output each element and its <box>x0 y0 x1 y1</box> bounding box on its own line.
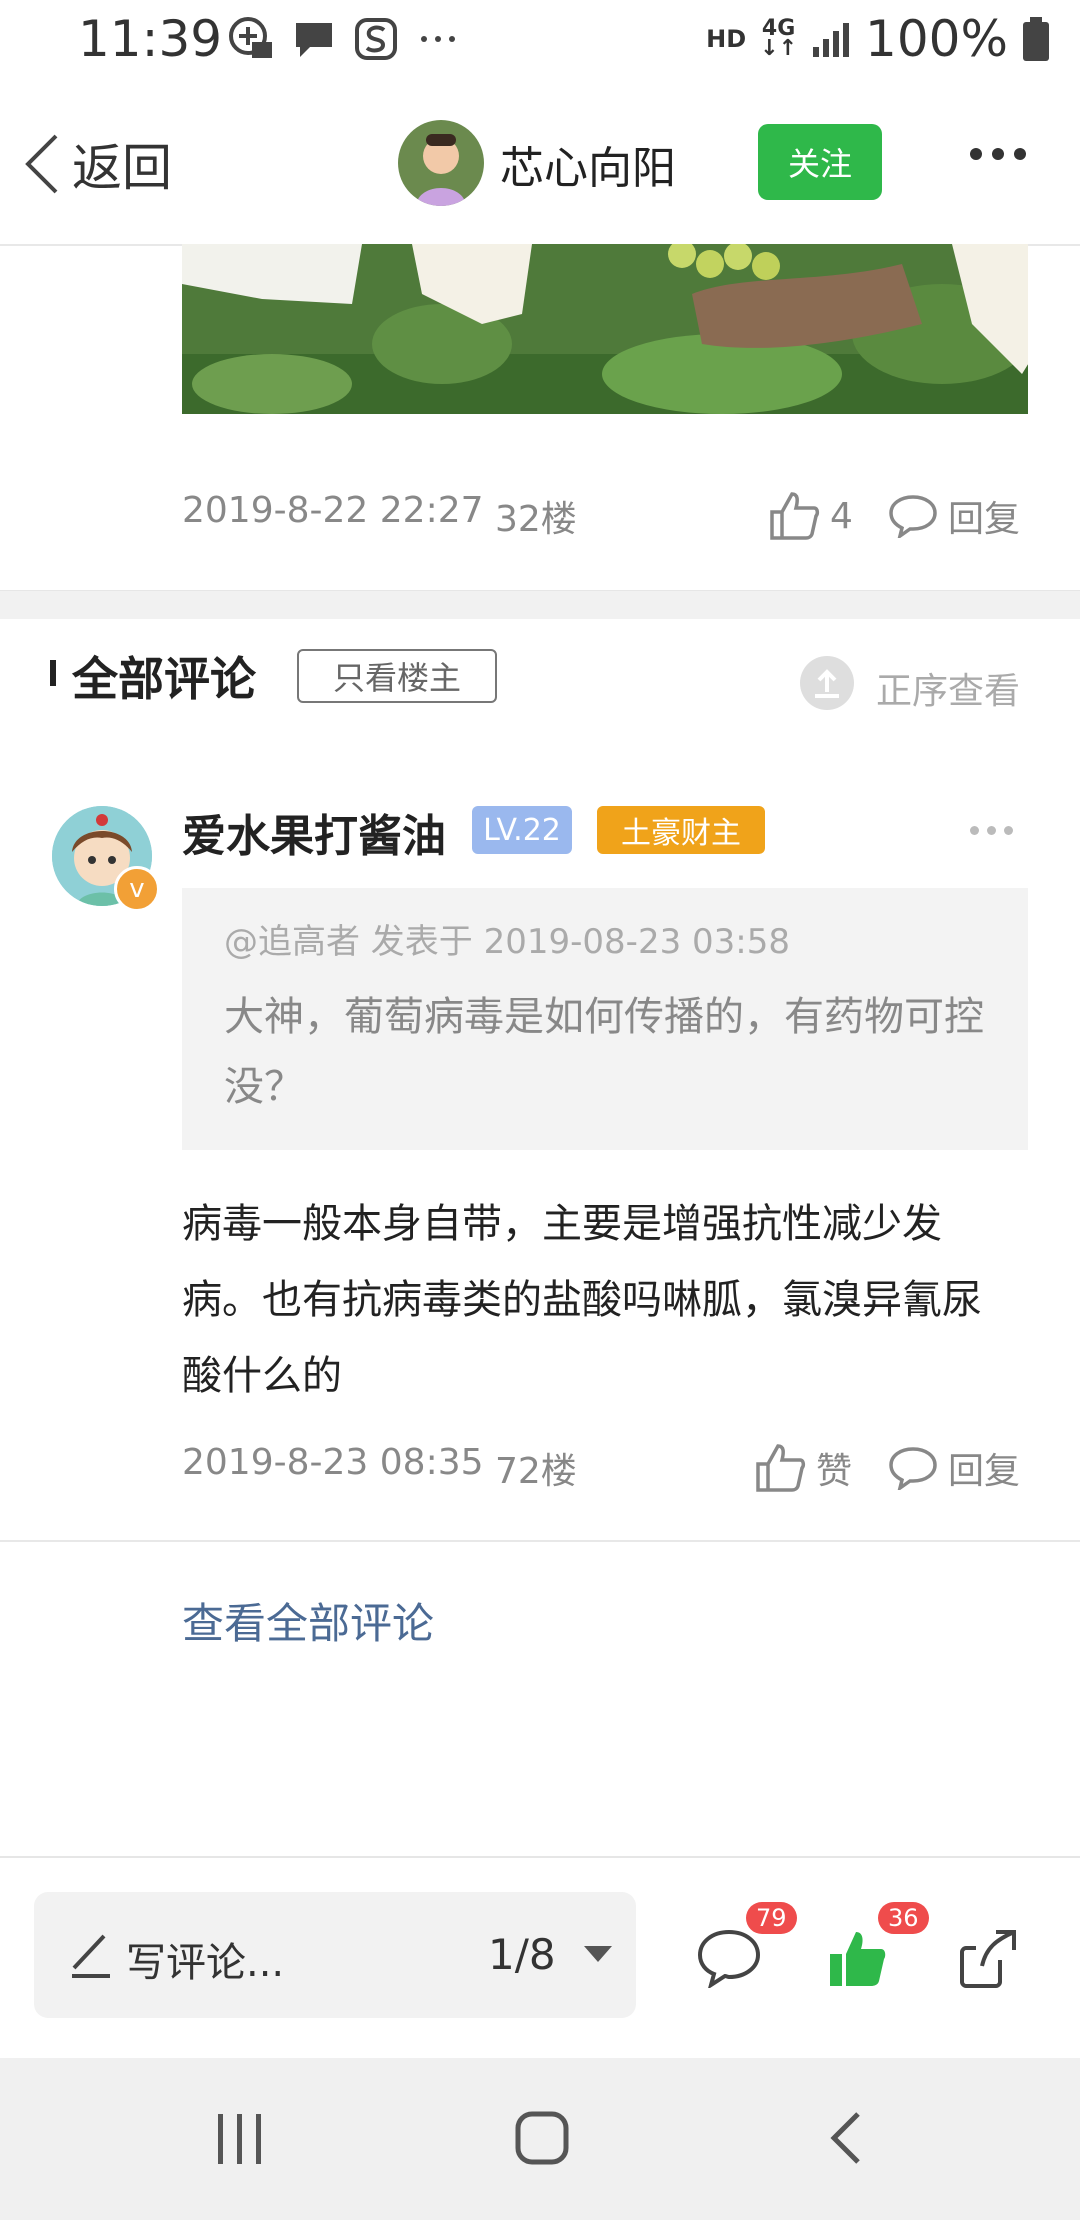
write-comment-placeholder: 写评论... <box>126 1940 285 1986</box>
page-indicator[interactable]: 1/8 <box>488 1930 556 1979</box>
back-arrow-icon <box>25 134 58 194</box>
bottom-bar-divider <box>0 1856 1080 1858</box>
quoted-comment-meta: @追高者 发表于 2019-08-23 03:58 <box>224 922 790 962</box>
sort-arrow-icon <box>815 669 839 698</box>
section-divider <box>0 590 1080 619</box>
comment-bubble-icon <box>697 1929 761 1990</box>
like-count-badge: 36 <box>878 1902 929 1934</box>
sort-order-icon[interactable] <box>800 656 854 710</box>
comment-more-icon[interactable] <box>970 826 1013 835</box>
commenter-name[interactable]: 爱水果打酱油 <box>182 800 446 864</box>
hd-indicator: HD <box>706 25 747 53</box>
thumbs-up-icon <box>756 1444 806 1492</box>
network-4g-indicator: 4G ↓↑ <box>760 16 798 61</box>
follow-button[interactable]: 关注 <box>758 124 882 200</box>
comment-divider <box>0 1540 1080 1542</box>
system-back-button[interactable] <box>826 2110 866 2170</box>
system-nav-bar <box>0 2058 1080 2220</box>
top-nav-bar: 返回 芯心向阳 关注 <box>0 86 1080 246</box>
comments-button[interactable] <box>696 1928 762 1992</box>
signal-icon <box>813 23 850 57</box>
post-meta-row: 2019-8-22 22:27 32楼 4 回复 <box>182 490 1028 550</box>
message-icon <box>296 23 332 57</box>
thumbs-up-filled-icon <box>830 1932 886 1986</box>
like-post-button[interactable] <box>826 1928 888 1994</box>
comment-count-badge: 79 <box>746 1902 797 1934</box>
recent-apps-icon <box>218 2114 261 2164</box>
post-reply-label: 回复 <box>948 499 1021 540</box>
post-like-button[interactable]: 4 <box>768 490 853 542</box>
back-button[interactable]: 返回 <box>22 128 172 200</box>
section-title-marker <box>50 660 56 686</box>
comment-reply-label: 回复 <box>948 1451 1021 1492</box>
commenter-level-badge: LV.22 <box>472 806 572 854</box>
post-image[interactable] <box>182 244 1028 414</box>
share-button[interactable] <box>956 1926 1020 1994</box>
sogou-icon <box>355 18 397 60</box>
write-comment-box[interactable]: 写评论... 1/8 <box>34 1892 636 2018</box>
grape-vine-photo <box>182 244 1028 414</box>
comment-like-label: 赞 <box>816 1451 853 1492</box>
author-name[interactable]: 芯心向阳 <box>500 132 676 196</box>
reply-bubble-icon <box>889 1447 937 1490</box>
only-owner-filter-button[interactable]: 只看楼主 <box>297 649 497 703</box>
author-avatar[interactable] <box>398 120 484 206</box>
quoted-comment[interactable]: @追高者 发表于 2019-08-23 03:58 大神，葡萄病毒是如何传播的，… <box>182 888 1028 1150</box>
comment-body: 病毒一般本身自带，主要是增强抗性减少发病。也有抗病毒类的盐酸吗啉胍，氯溴异氰尿酸… <box>182 1201 982 1399</box>
reply-bubble-icon <box>889 495 937 538</box>
post-like-count: 4 <box>830 495 853 537</box>
post-reply-button[interactable]: 回复 <box>888 490 1020 542</box>
status-time: 11:39 <box>78 10 223 68</box>
notification-icons <box>228 16 460 62</box>
pencil-icon <box>72 1934 110 1978</box>
battery-icon <box>1023 17 1049 61</box>
sort-order-label[interactable]: 正序查看 <box>876 662 1020 714</box>
comment-floor: 72楼 <box>495 1451 577 1492</box>
back-label: 返回 <box>72 139 172 197</box>
home-button[interactable] <box>514 2110 570 2170</box>
comment-reply-button[interactable]: 回复 <box>888 1442 1020 1494</box>
share-icon <box>960 1930 1016 1988</box>
commenter-title-badge: 土豪财主 <box>597 806 765 854</box>
comment-like-button[interactable]: 赞 <box>754 1442 852 1494</box>
comment-date: 2019-8-23 08:35 <box>182 1442 484 1483</box>
system-back-icon <box>830 2112 860 2164</box>
status-right: HD 4G ↓↑ 100% <box>706 10 1050 68</box>
post-date: 2019-8-22 22:27 <box>182 490 484 531</box>
comments-section-title: 全部评论 <box>72 652 256 706</box>
battery-percent: 100% <box>865 10 1008 68</box>
author-avatar-image <box>398 120 484 206</box>
post-floor: 32楼 <box>495 499 577 540</box>
more-options-icon[interactable] <box>970 148 1026 160</box>
recent-apps-button[interactable] <box>214 2112 266 2170</box>
more-notifications-icon <box>421 36 455 42</box>
status-bar: 11:39 HD 4G ↓↑ 100% <box>0 0 1080 86</box>
verified-badge-icon: v <box>114 866 160 912</box>
quoted-comment-text: 大神，葡萄病毒是如何传播的，有药物可控没？ <box>224 994 984 1110</box>
comment-meta-row: 2019-8-23 08:35 72楼 赞 回复 <box>182 1442 1028 1502</box>
home-icon <box>515 2111 569 2165</box>
thumbs-up-icon <box>770 492 820 540</box>
page-dropdown-arrow-icon[interactable] <box>584 1946 612 1962</box>
add-contact-icon <box>229 17 272 58</box>
view-all-comments-link[interactable]: 查看全部评论 <box>182 1590 434 1651</box>
